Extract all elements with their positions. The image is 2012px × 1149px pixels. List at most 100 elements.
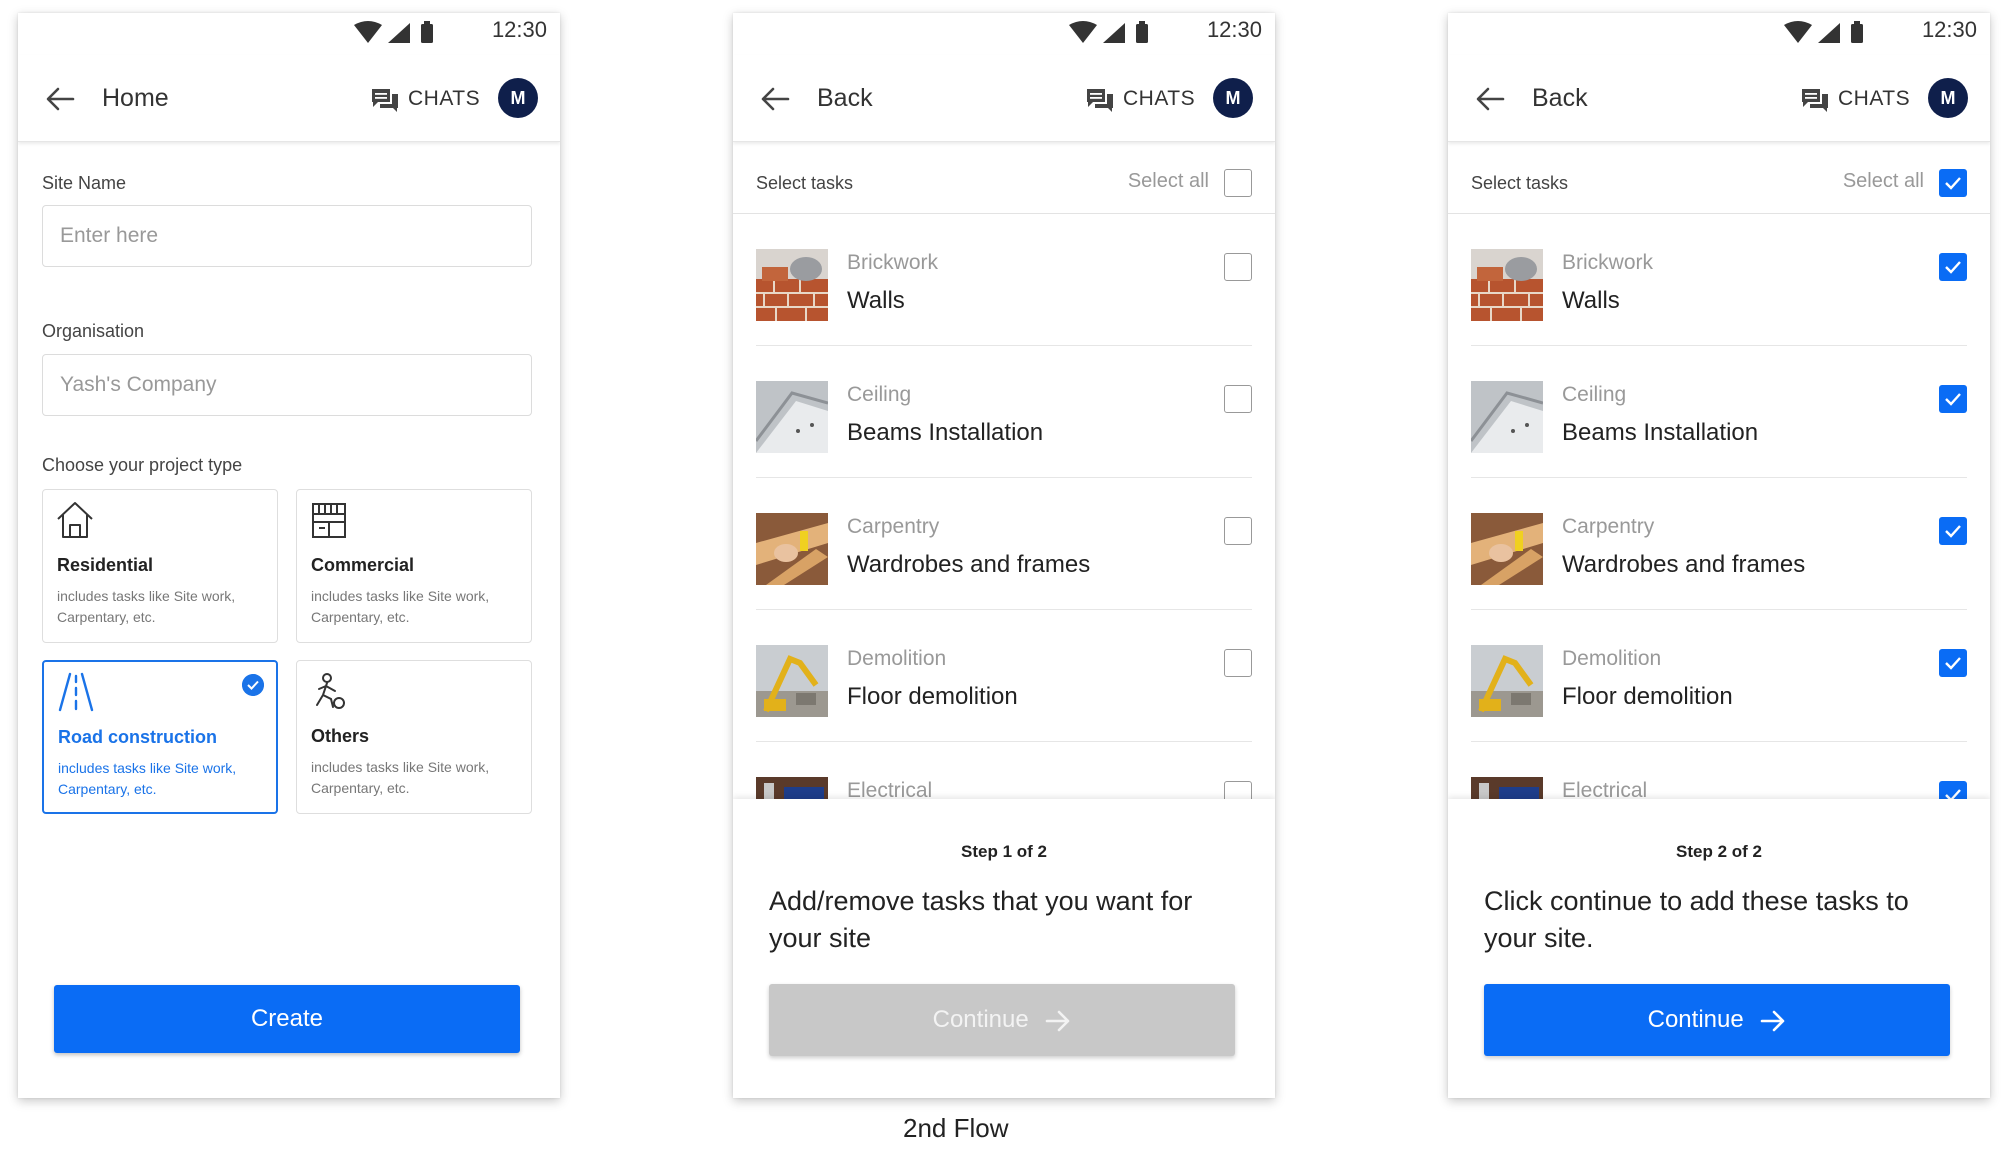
- carpentry-thumbnail: [756, 513, 828, 585]
- task-category: Brickwork: [847, 251, 939, 274]
- card-title: Residential: [57, 555, 154, 575]
- task-item[interactable]: Demolition Floor demolition: [1471, 609, 1967, 742]
- back-arrow-icon[interactable]: [1475, 85, 1505, 113]
- select-tasks-label: Select tasks: [1471, 173, 1569, 193]
- select-all-checkbox[interactable]: [1939, 169, 1967, 197]
- chats-link[interactable]: CHATS: [1123, 87, 1195, 111]
- task-name: Floor demolition: [1562, 683, 1733, 710]
- task-checkbox[interactable]: [1224, 517, 1252, 545]
- task-category: Demolition: [847, 647, 947, 670]
- task-name: Walls: [847, 287, 905, 314]
- back-arrow-icon[interactable]: [45, 85, 75, 113]
- select-all-label[interactable]: Select all: [1843, 170, 1924, 193]
- task-category: Demolition: [1562, 647, 1662, 670]
- app-bar: Back CHATS M: [733, 55, 1275, 142]
- checkmark-icon: [1945, 261, 1961, 274]
- task-checkbox[interactable]: [1939, 253, 1967, 281]
- bottom-sheet: Step 1 of 2 Add/remove tasks that you wa…: [733, 799, 1275, 1098]
- instruction-text: Add/remove tasks that you want for your …: [769, 886, 1193, 953]
- card-description: includes tasks like Site work, Carpentar…: [311, 759, 490, 796]
- task-name: Floor demolition: [847, 683, 1018, 710]
- instruction-text: Click continue to add these tasks to you…: [1484, 886, 1909, 953]
- organisation-label: Organisation: [42, 321, 145, 341]
- task-category: Carpentry: [1562, 515, 1655, 538]
- task-category: Brickwork: [1562, 251, 1654, 274]
- project-type-road-construction[interactable]: Road construction includes tasks like Si…: [42, 660, 278, 814]
- select-all-checkbox[interactable]: [1224, 169, 1252, 197]
- worker-icon: [316, 673, 345, 709]
- task-checkbox[interactable]: [1224, 649, 1252, 677]
- checkmark-icon: [1945, 177, 1961, 190]
- card-description: includes tasks like Site work, Carpentar…: [57, 588, 236, 625]
- card-title: Others: [311, 726, 370, 746]
- back-title[interactable]: Back: [817, 84, 873, 113]
- selected-check-icon: [242, 674, 264, 696]
- chats-link[interactable]: CHATS: [408, 87, 480, 111]
- avatar[interactable]: M: [1928, 78, 1968, 118]
- screen-select-tasks-step2: 12:30 Back CHATS M Select tasks Select a…: [1448, 13, 1990, 1098]
- organisation-input[interactable]: Yash's Company: [42, 354, 532, 416]
- step-indicator: Step 1 of 2: [961, 842, 1047, 861]
- road-icon: [58, 672, 94, 712]
- ceiling-thumbnail: [1471, 381, 1543, 453]
- status-time: 12:30: [1921, 17, 1977, 42]
- screen-create-site: 12:30 Home CHATS M Site Name Enter here …: [18, 13, 560, 1098]
- demolition-thumbnail: [756, 645, 828, 717]
- task-name: Beams Installation: [847, 419, 1044, 446]
- status-icons: [1069, 21, 1148, 43]
- arrow-right-icon: [1046, 1010, 1070, 1031]
- chat-icon[interactable]: [1800, 87, 1830, 113]
- task-item[interactable]: Brickwork Walls: [1471, 213, 1967, 346]
- site-name-input[interactable]: Enter here: [42, 205, 532, 267]
- task-checkbox[interactable]: [1224, 385, 1252, 413]
- brickwork-thumbnail: [1471, 249, 1543, 321]
- card-description: includes tasks like Site work, Carpentar…: [58, 760, 237, 797]
- app-bar: Home CHATS M: [18, 55, 560, 142]
- chat-icon[interactable]: [1085, 87, 1115, 113]
- continue-button[interactable]: Continue: [769, 984, 1235, 1056]
- create-button[interactable]: Create: [54, 985, 520, 1053]
- house-icon: [57, 502, 93, 538]
- step-indicator: Step 2 of 2: [1676, 842, 1762, 861]
- chats-link[interactable]: CHATS: [1838, 87, 1910, 111]
- task-checkbox[interactable]: [1939, 517, 1967, 545]
- continue-label: Continue: [932, 1006, 1029, 1033]
- continue-button[interactable]: Continue: [1484, 984, 1950, 1056]
- checkmark-icon: [1945, 393, 1961, 406]
- back-title[interactable]: Back: [1532, 84, 1588, 113]
- task-checkbox[interactable]: [1939, 649, 1967, 677]
- avatar[interactable]: M: [1213, 78, 1253, 118]
- status-bar: 12:30: [1448, 13, 1990, 55]
- task-checkbox[interactable]: [1224, 253, 1252, 281]
- task-category: Carpentry: [847, 515, 940, 538]
- project-type-commercial[interactable]: Commercial includes tasks like Site work…: [296, 489, 532, 643]
- page-title: Home: [102, 84, 169, 112]
- app-bar: Back CHATS M: [1448, 55, 1990, 142]
- card-description: includes tasks like Site work, Carpentar…: [311, 588, 490, 625]
- task-name: Wardrobes and frames: [847, 551, 1091, 578]
- project-type-residential[interactable]: Residential includes tasks like Site wor…: [42, 489, 278, 643]
- brickwork-thumbnail: [756, 249, 828, 321]
- task-checkbox[interactable]: [1939, 385, 1967, 413]
- task-item[interactable]: Carpentry Wardrobes and frames: [756, 477, 1252, 610]
- back-arrow-icon[interactable]: [760, 85, 790, 113]
- task-item[interactable]: Demolition Floor demolition: [756, 609, 1252, 742]
- chat-icon[interactable]: [370, 87, 400, 113]
- task-category: Ceiling: [847, 383, 912, 406]
- task-item[interactable]: Ceiling Beams Installation: [756, 345, 1252, 478]
- task-name: Beams Installation: [1562, 419, 1759, 446]
- screen-select-tasks-step1: 12:30 Back CHATS M Select tasks Select a…: [733, 13, 1275, 1098]
- select-tasks-header: Select tasks Select all: [733, 141, 1275, 214]
- bottom-sheet: Step 2 of 2 Click continue to add these …: [1448, 799, 1990, 1098]
- project-type-others[interactable]: Others includes tasks like Site work, Ca…: [296, 660, 532, 814]
- site-name-label: Site Name: [42, 173, 127, 193]
- task-item[interactable]: Ceiling Beams Installation: [1471, 345, 1967, 478]
- flow-caption: 2nd Flow: [903, 1113, 1009, 1143]
- checkmark-icon: [1945, 525, 1961, 538]
- project-type-label: Choose your project type: [42, 455, 243, 475]
- task-item[interactable]: Brickwork Walls: [756, 213, 1252, 346]
- task-item[interactable]: Carpentry Wardrobes and frames: [1471, 477, 1967, 610]
- avatar[interactable]: M: [498, 78, 538, 118]
- select-all-label[interactable]: Select all: [1128, 170, 1209, 193]
- status-icons: [1784, 21, 1863, 43]
